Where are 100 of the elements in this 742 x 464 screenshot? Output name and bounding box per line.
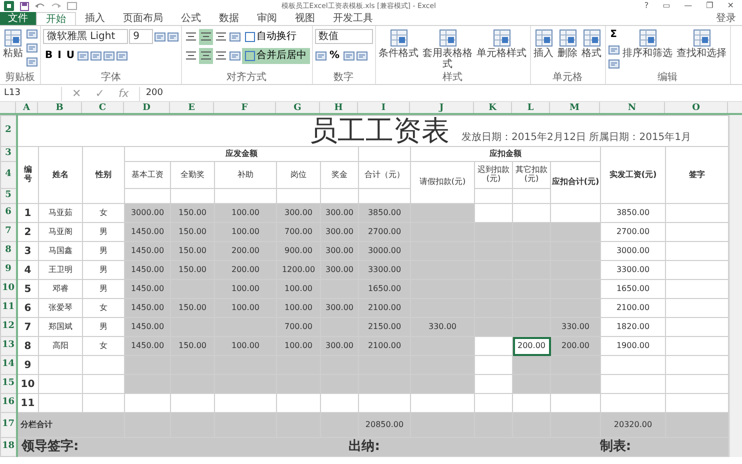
ribbon-button[interactable]: 自动换行 [242,28,300,44]
table-cell: 700.00 [284,322,312,331]
tool-icon[interactable] [103,50,116,62]
column-header: M [550,102,600,113]
table-cell: 11 [20,398,35,408]
tool-icon[interactable] [356,50,368,62]
tool-icon[interactable] [608,58,620,70]
tool-icon[interactable] [77,50,90,62]
tool-icon[interactable] [228,50,241,62]
file-tab[interactable]: 文件 [0,12,36,25]
header-text: 基本工资 [132,170,164,179]
tool-icon[interactable] [26,28,38,40]
save-icon[interactable] [20,2,29,10]
header-text: 岗位 [290,170,306,179]
row-header: 17 [2,419,14,430]
dropdown-field[interactable]: 9 [129,29,153,44]
sheet-icon [534,28,554,48]
header-text: 实发工资(元) [609,170,657,179]
header-text: 合计（元） [364,170,404,179]
align-button[interactable] [198,28,213,44]
table-cell: 2150.00 [368,322,402,331]
table-cell: 3000.00 [616,246,650,255]
table-cell: 100.00 [232,226,260,236]
ribbon-tab[interactable]: 页面布局 [114,12,172,25]
ribbon-button[interactable]: 单元格样式 [476,28,528,59]
ribbon-button[interactable]: 查找和选择 [676,28,728,59]
header-text: 应扣金额 [490,148,522,158]
undo-icon[interactable] [35,2,45,10]
ribbon-button[interactable]: 格式 [580,28,603,59]
name-box[interactable]: L13 [0,87,62,101]
window-button[interactable]: ▭ [658,0,674,12]
sheet-icon [638,28,658,48]
tool-icon[interactable] [228,30,241,42]
align-button[interactable] [198,48,213,64]
formula-field[interactable]: 200 [138,87,742,101]
dropdown-field[interactable]: 数值 [314,29,373,44]
column-header: K [474,102,512,113]
table-cell: 男 [100,322,108,331]
column-header: F [214,102,276,113]
sign-in-link[interactable]: 登录 [716,12,742,25]
table-cell: 2 [24,226,32,238]
tool-icon[interactable] [26,56,38,68]
table-cell: 2100.00 [616,302,650,312]
row-header: 6 [5,207,12,218]
redo-icon[interactable] [51,2,61,10]
header-text: 姓名 [52,170,68,179]
ribbon-tab[interactable]: 开始 [36,12,76,25]
table-cell: 100.00 [284,340,312,350]
tool-icon[interactable] [314,50,327,62]
ribbon-button[interactable]: 条件格式 [378,28,420,59]
align-icon [200,51,211,60]
date-text: 发放日期：2015年2月12日 所属日期：2015年1月 [462,132,692,143]
window-button[interactable]: ? [640,0,653,12]
ribbon-button[interactable]: 排序和筛选 [622,28,674,59]
table-cell: 300.00 [326,226,354,236]
ribbon-button[interactable]: 删除 [556,28,579,59]
ribbon-tab[interactable]: 开发工具 [324,12,382,25]
tool-icon[interactable] [154,30,166,42]
table-cell: 200.00 [518,340,546,350]
format-button[interactable]: I [56,48,64,62]
ribbon-button[interactable]: 合并后居中 [242,48,310,64]
ribbon-tab[interactable]: 视图 [286,12,324,25]
table-cell: 2700.00 [368,226,402,236]
table-cell: 300.00 [326,302,354,312]
format-button[interactable]: U [64,48,76,62]
dropdown-field[interactable]: 微软雅黑 Light [43,29,128,44]
format-button[interactable]: B [43,48,55,62]
ribbon-tab[interactable]: 公式 [172,12,210,25]
row-header: 5 [5,190,12,200]
row-header: 14 [2,359,14,370]
format-button[interactable]: % [328,48,342,62]
table-cell: 女 [100,208,108,217]
table-cell: 高阳 [52,340,68,350]
ribbon-button[interactable]: 粘贴 [2,28,24,59]
tool-icon[interactable] [342,50,355,62]
table-cell: 100.00 [232,340,260,350]
row-header: 7 [5,226,12,236]
table-cell: 100.00 [284,302,312,312]
tool-icon[interactable] [90,50,102,62]
ribbon-button[interactable]: 套用表格格式 [422,28,474,70]
ribbon-tab[interactable]: 插入 [76,12,114,25]
group-label: 字体 [100,72,122,84]
ribbon-tab[interactable]: 数据 [210,12,248,25]
window-button[interactable]: ❐ [702,0,718,12]
table-cell: 1900.00 [616,340,650,350]
table-cell: 3 [24,246,32,256]
header-text: 应发金额 [226,148,258,158]
window-button[interactable]: — [680,0,696,12]
tool-icon[interactable] [26,42,38,54]
table-cell: 1820.00 [616,322,650,331]
window-button[interactable]: ✕ [723,0,738,12]
table-cell: 100.00 [284,284,312,293]
ribbon-tab[interactable]: 审阅 [248,12,286,25]
format-button[interactable]: Σ [608,28,620,42]
tool-icon[interactable] [116,50,128,62]
tool-icon[interactable] [608,44,620,56]
ribbon-button[interactable]: 插入 [532,28,555,59]
group-label: 样式 [442,72,464,84]
layout-icon[interactable] [67,2,77,10]
tool-icon[interactable] [166,30,179,42]
